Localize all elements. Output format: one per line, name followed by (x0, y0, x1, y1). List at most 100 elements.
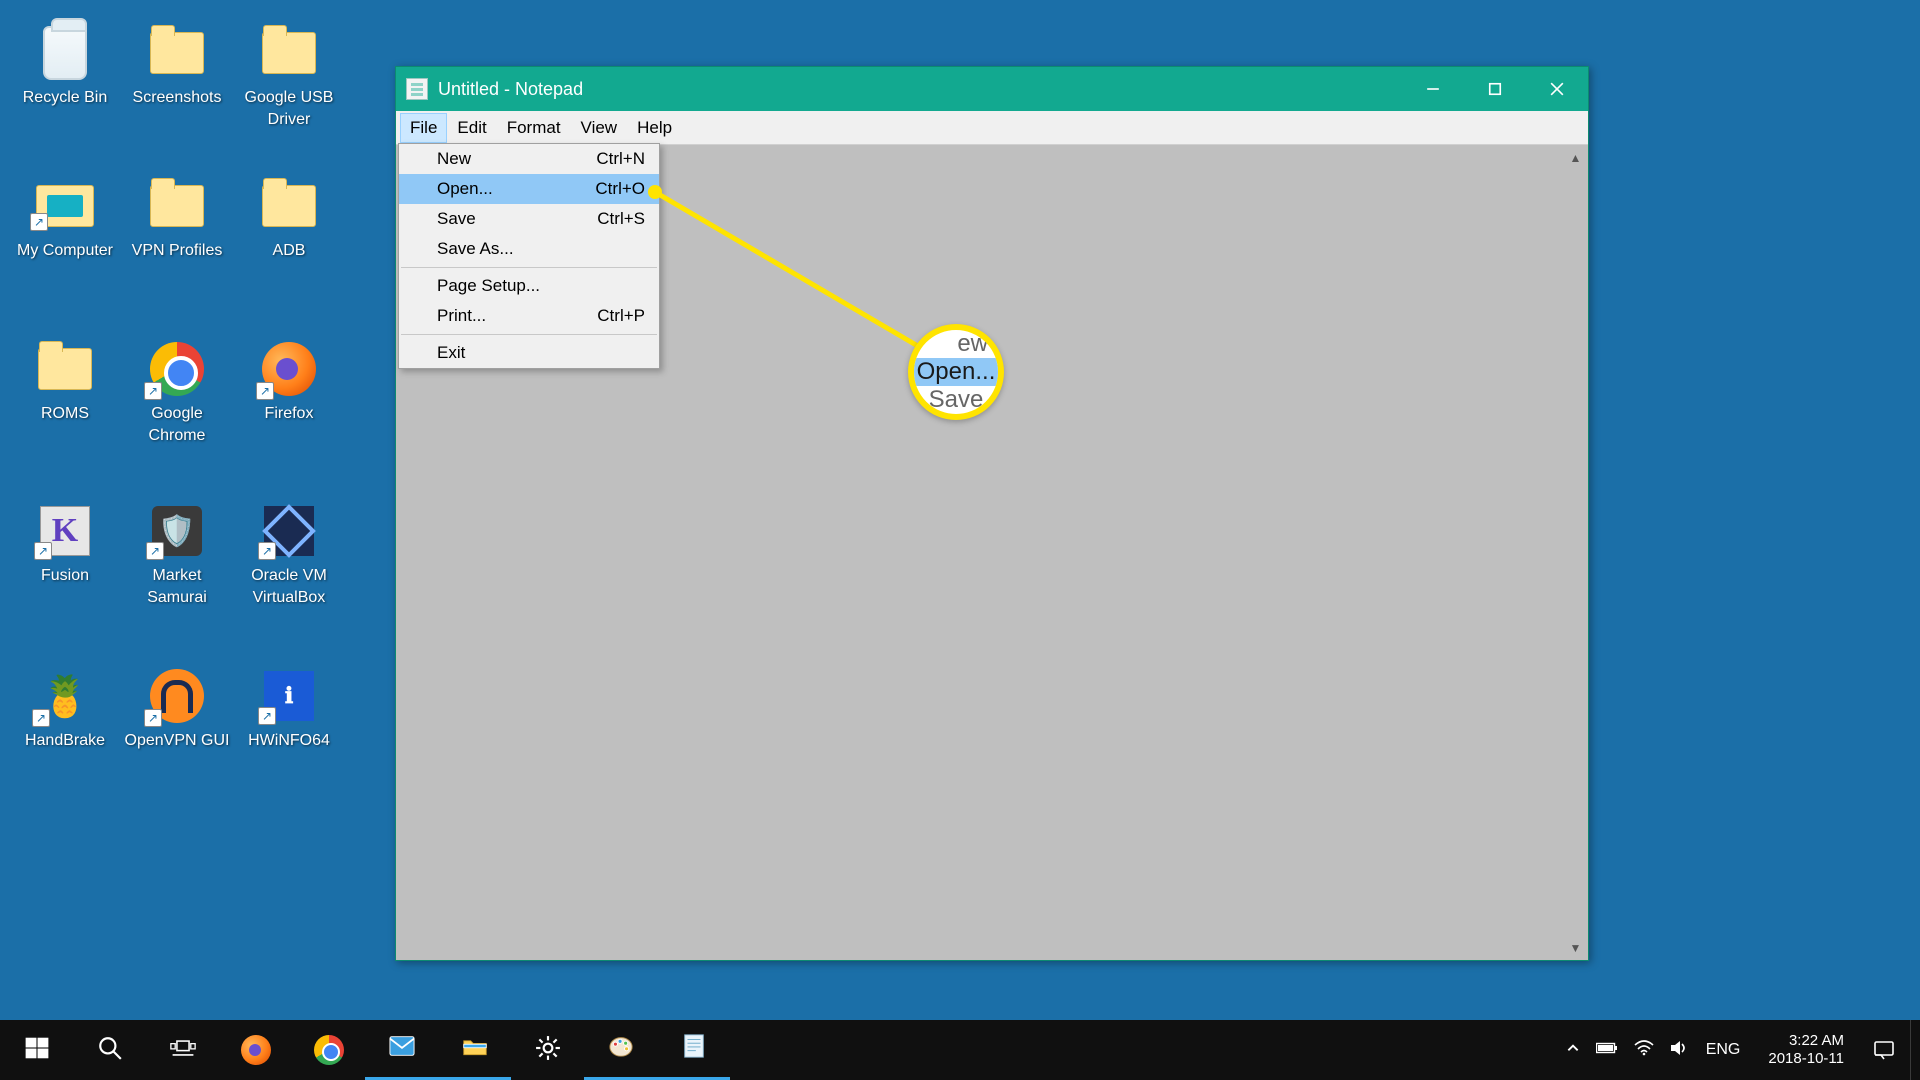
action-center-button[interactable] (1858, 1020, 1910, 1080)
taskbar-mail-button[interactable] (365, 1020, 438, 1080)
taskbar-firefox-button[interactable] (219, 1020, 292, 1080)
taskbar-notepad-button[interactable] (657, 1020, 730, 1080)
taskbar-start-button[interactable] (0, 1020, 73, 1080)
maximize-button[interactable] (1464, 67, 1526, 111)
titlebar[interactable]: Untitled - Notepad (396, 67, 1588, 111)
window-title: Untitled - Notepad (438, 79, 583, 100)
scroll-up-button[interactable]: ▲ (1564, 146, 1587, 169)
desktop-icon-adb[interactable]: ADB (234, 175, 344, 262)
screenshots-icon (150, 32, 204, 74)
shortcut-arrow-icon: ↗ (144, 382, 162, 400)
google-chrome-icon: ↗ (150, 342, 204, 396)
roms-icon (38, 348, 92, 390)
menu-file[interactable]: File (400, 113, 447, 143)
callout-magnifier: ew Open... Save (908, 324, 1004, 420)
language-indicator[interactable]: ENG (1706, 1041, 1741, 1059)
battery-icon[interactable] (1596, 1041, 1618, 1060)
menu-format[interactable]: Format (497, 113, 571, 143)
menu-item-save[interactable]: SaveCtrl+S (399, 204, 659, 234)
desktop-icon-label: HWiNFO64 (248, 730, 330, 752)
oracle-vm-virtualbox-icon: ↗ (264, 506, 314, 556)
desktop-icon-google-usb-driver[interactable]: Google USB Driver (234, 22, 344, 131)
menu-separator (401, 334, 657, 335)
desktop-icon-fusion[interactable]: K↗Fusion (10, 500, 120, 587)
taskbar-explorer-button[interactable] (438, 1020, 511, 1080)
openvpn-gui-icon: ↗ (150, 669, 204, 723)
menu-item-shortcut: Ctrl+O (595, 179, 645, 199)
menu-item-print[interactable]: Print...Ctrl+P (399, 301, 659, 331)
menu-view[interactable]: View (571, 113, 628, 143)
desktop-icon-label: HandBrake (25, 730, 105, 752)
desktop-icon-vpn-profiles[interactable]: VPN Profiles (122, 175, 232, 262)
close-button[interactable] (1526, 67, 1588, 111)
volume-icon[interactable] (1670, 1039, 1690, 1062)
clock[interactable]: 3:22 AM 2018-10-11 (1754, 1032, 1858, 1068)
paint-icon (608, 1033, 634, 1064)
menu-item-label: Print... (437, 306, 486, 326)
notepad-icon (681, 1033, 707, 1064)
desktop-icon-label: VPN Profiles (132, 240, 223, 262)
menu-item-label: New (437, 149, 471, 169)
desktop-icon-label: Oracle VM VirtualBox (234, 565, 344, 609)
desktop-icon-recycle-bin[interactable]: Recycle Bin (10, 22, 120, 109)
fusion-icon: K↗ (40, 506, 90, 556)
search-icon (97, 1035, 123, 1066)
scroll-down-button[interactable]: ▼ (1564, 936, 1587, 959)
taskbar-paint-button[interactable] (584, 1020, 657, 1080)
chrome-icon (314, 1035, 344, 1065)
desktop-icon-oracle-vm-virtualbox[interactable]: ↗ Oracle VM VirtualBox (234, 500, 344, 609)
tray-chevron-icon[interactable] (1566, 1041, 1580, 1060)
wifi-icon[interactable] (1634, 1040, 1654, 1061)
desktop-icon-label: Recycle Bin (23, 87, 107, 109)
desktop-icon-handbrake[interactable]: 🍍↗ HandBrake (10, 665, 120, 752)
menu-separator (401, 267, 657, 268)
shortcut-arrow-icon: ↗ (256, 382, 274, 400)
shortcut-arrow-icon: ↗ (258, 707, 276, 725)
taskbar-settings-button[interactable] (511, 1020, 584, 1080)
desktop-icon-label: Firefox (265, 403, 314, 425)
my-computer-icon: ↗ (36, 185, 94, 227)
minimize-button[interactable] (1402, 67, 1464, 111)
taskbar-taskview-button[interactable] (146, 1020, 219, 1080)
vpn-profiles-icon (150, 185, 204, 227)
system-tray[interactable]: ENG (1552, 1039, 1755, 1062)
file-menu-dropdown: NewCtrl+NOpen...Ctrl+OSaveCtrl+SSave As.… (398, 143, 660, 369)
mail-icon (389, 1033, 415, 1064)
menu-edit[interactable]: Edit (447, 113, 496, 143)
shortcut-arrow-icon: ↗ (258, 542, 276, 560)
menu-item-new[interactable]: NewCtrl+N (399, 144, 659, 174)
desktop-icon-screenshots[interactable]: Screenshots (122, 22, 232, 109)
desktop-icon-label: OpenVPN GUI (125, 730, 230, 752)
desktop-icon-my-computer[interactable]: ↗ My Computer (10, 175, 120, 262)
taskbar-chrome-button[interactable] (292, 1020, 365, 1080)
desktop-icon-label: My Computer (17, 240, 113, 262)
handbrake-icon: 🍍↗ (38, 669, 92, 723)
clock-date: 2018-10-11 (1768, 1050, 1844, 1068)
hwinfo64-icon: ℹ︎↗ (264, 671, 314, 721)
recycle-bin-icon (43, 26, 87, 80)
menu-item-page-setup[interactable]: Page Setup... (399, 271, 659, 301)
adb-icon (262, 185, 316, 227)
shortcut-arrow-icon: ↗ (144, 709, 162, 727)
taskview-icon (170, 1035, 196, 1066)
menu-item-open[interactable]: Open...Ctrl+O (399, 174, 659, 204)
taskbar: ENG 3:22 AM 2018-10-11 (0, 1020, 1920, 1080)
menu-help[interactable]: Help (627, 113, 682, 143)
desktop-icon-hwinfo64[interactable]: ℹ︎↗ HWiNFO64 (234, 665, 344, 752)
menu-item-save-as[interactable]: Save As... (399, 234, 659, 264)
desktop-icon-openvpn-gui[interactable]: ↗ OpenVPN GUI (122, 665, 232, 752)
menu-item-exit[interactable]: Exit (399, 338, 659, 368)
desktop-icon-firefox[interactable]: ↗ Firefox (234, 338, 344, 425)
show-desktop-button[interactable] (1910, 1020, 1920, 1080)
firefox-icon: ↗ (262, 342, 316, 396)
menu-item-label: Page Setup... (437, 276, 540, 296)
shortcut-arrow-icon: ↗ (32, 709, 50, 727)
vertical-scrollbar[interactable]: ▲ ▼ (1564, 146, 1587, 959)
desktop-icon-label: ADB (273, 240, 306, 262)
taskbar-search-button[interactable] (73, 1020, 146, 1080)
desktop-icon-google-chrome[interactable]: ↗Google Chrome (122, 338, 232, 447)
desktop-icon-market-samurai[interactable]: 🛡️↗Market Samurai (122, 500, 232, 609)
shortcut-arrow-icon: ↗ (146, 542, 164, 560)
desktop-icon-label: Screenshots (133, 87, 222, 109)
desktop-icon-roms[interactable]: ROMS (10, 338, 120, 425)
